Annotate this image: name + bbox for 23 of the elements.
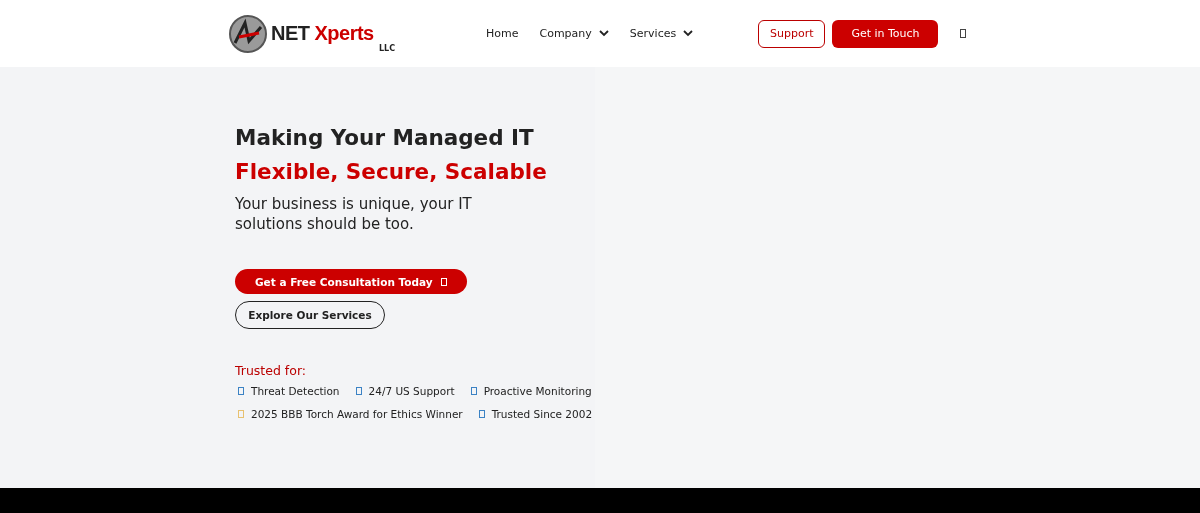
consultation-button[interactable]: Get a Free Consultation Today (235, 269, 467, 294)
nav-link[interactable]: Company (539, 27, 609, 40)
square-icon (440, 277, 447, 286)
hero-title: Making Your Managed IT (235, 124, 534, 152)
trusted-item: Trusted Since 2002 (491, 408, 593, 420)
support-button[interactable]: Support (758, 19, 826, 48)
chevron-down-icon (598, 30, 609, 37)
logo-suffix: LLC (379, 44, 396, 53)
trusted-label: Trusted for: (235, 363, 307, 378)
trusted-item: 2025 BBB Torch Award for Ethics Winner (251, 408, 463, 420)
logo-text: NET (271, 22, 310, 45)
nav-link[interactable]: Services (629, 27, 694, 40)
hero-highlight: Flexible, Secure, Scalable (235, 158, 547, 186)
nav-link[interactable]: Home (486, 27, 519, 40)
trusted-item: Threat Detection (251, 385, 340, 397)
contact-button[interactable]: Get in Touch (832, 19, 939, 48)
menu-icon[interactable] (960, 29, 967, 38)
chevron-down-icon (683, 30, 694, 37)
trusted-item: Proactive Monitoring (483, 385, 592, 397)
logo-icon (229, 14, 267, 53)
logo-text: Xperts (314, 22, 374, 45)
trusted-item: 24/7 US Support (368, 385, 455, 397)
hero-subtitle: Your business is unique, your IT solutions should be too. (235, 194, 473, 234)
